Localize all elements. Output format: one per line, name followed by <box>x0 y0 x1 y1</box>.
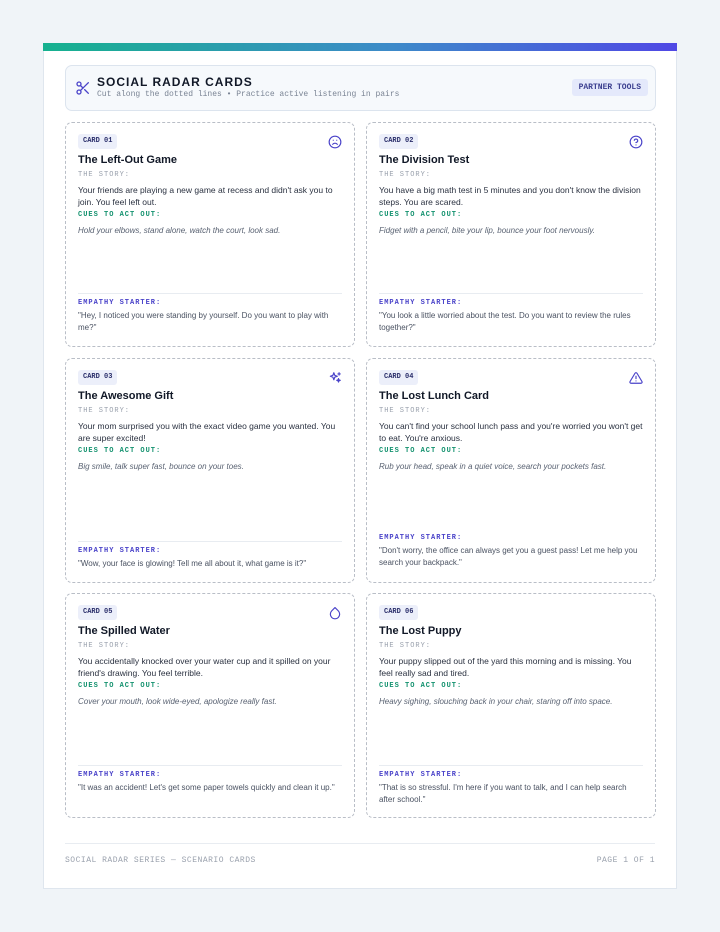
empathy-label: EMPATHY STARTER: <box>379 534 463 542</box>
worksheet-page: SOCIAL RADAR CARDS Cut along the dotted … <box>43 43 677 889</box>
story-label: THE STORY: <box>379 407 432 415</box>
scenario-card-01: CARD 01 The Left-Out Game THE STORY: You… <box>65 122 355 347</box>
scenario-card-02: CARD 02 The Division Test THE STORY: You… <box>366 122 656 347</box>
card-number: CARD 05 <box>78 605 118 620</box>
empathy-label: EMPATHY STARTER: <box>379 771 463 779</box>
cues-label: CUES TO ACT OUT: <box>379 211 463 219</box>
page-title: SOCIAL RADAR CARDS <box>97 75 253 89</box>
gradient-top-bar <box>43 43 677 51</box>
cues-label: CUES TO ACT OUT: <box>78 211 162 219</box>
empathy-starter: "You look a little worried about the tes… <box>379 311 631 332</box>
empathy-label: EMPATHY STARTER: <box>78 771 162 779</box>
card-number: CARD 01 <box>78 134 118 149</box>
footer-series-label: SOCIAL RADAR SERIES — SCENARIO CARDS <box>65 856 256 865</box>
empathy-section: EMPATHY STARTER: "That is so stressful. … <box>379 765 643 806</box>
card-cues: Rub your head, speak in a quiet voice, s… <box>379 462 607 471</box>
partner-tools-badge: PARTNER TOOLS <box>571 79 648 96</box>
cues-label: CUES TO ACT OUT: <box>78 447 162 455</box>
story-label: THE STORY: <box>78 171 131 179</box>
card-number: CARD 02 <box>379 134 419 149</box>
card-title: The Lost Puppy <box>379 625 462 637</box>
empathy-starter: "Don't worry, the office can always get … <box>379 546 638 567</box>
card-cues: Heavy sighing, slouching back in your ch… <box>379 697 613 706</box>
empathy-section: EMPATHY STARTER: "Don't worry, the offic… <box>379 529 643 569</box>
card-story: You accidentally knocked over your water… <box>78 656 331 678</box>
scenario-card-06: CARD 06 The Lost Puppy THE STORY: Your p… <box>366 593 656 818</box>
sparkles-icon <box>329 372 341 383</box>
card-title: The Left-Out Game <box>78 154 178 166</box>
empathy-section: EMPATHY STARTER: "Hey, I noticed you wer… <box>78 293 342 334</box>
empathy-label: EMPATHY STARTER: <box>379 299 463 307</box>
card-story: Your puppy slipped out of the yard this … <box>379 656 632 678</box>
empathy-section: EMPATHY STARTER: "It was an accident! Le… <box>78 765 342 794</box>
card-cues: Cover your mouth, look wide-eyed, apolog… <box>78 697 277 706</box>
water-drop-icon <box>329 606 341 620</box>
card-number: CARD 06 <box>379 605 419 620</box>
scissors-icon <box>76 81 89 95</box>
card-number: CARD 04 <box>379 370 419 385</box>
empathy-starter: "Hey, I noticed you were standing by you… <box>78 311 329 332</box>
footer-page-number: PAGE 1 OF 1 <box>596 856 655 865</box>
card-title: The Spilled Water <box>78 625 170 637</box>
card-story: Your friends are playing a new game at r… <box>78 185 333 207</box>
story-label: THE STORY: <box>379 642 432 650</box>
warning-triangle-icon <box>629 372 643 384</box>
card-number: CARD 03 <box>78 370 118 385</box>
empathy-label: EMPATHY STARTER: <box>78 299 162 307</box>
empathy-label: EMPATHY STARTER: <box>78 547 162 555</box>
cues-label: CUES TO ACT OUT: <box>379 447 463 455</box>
empathy-starter: "That is so stressful. I'm here if you w… <box>379 783 627 804</box>
card-cues: Hold your elbows, stand alone, watch the… <box>78 226 281 235</box>
card-cues: Fidget with a pencil, bite your lip, bou… <box>379 226 595 235</box>
cues-label: CUES TO ACT OUT: <box>379 682 463 690</box>
sad-face-icon <box>328 135 342 149</box>
cues-label: CUES TO ACT OUT: <box>78 682 162 690</box>
empathy-section: EMPATHY STARTER: "Wow, your face is glow… <box>78 541 342 570</box>
story-label: THE STORY: <box>379 171 432 179</box>
scenario-card-04: CARD 04 The Lost Lunch Card THE STORY: Y… <box>366 358 656 583</box>
empathy-starter: "Wow, your face is glowing! Tell me all … <box>78 559 307 568</box>
question-circle-icon <box>629 135 643 149</box>
card-cues: Big smile, talk super fast, bounce on yo… <box>78 462 244 471</box>
card-title: The Division Test <box>379 154 470 166</box>
scenario-card-05: CARD 05 The Spilled Water THE STORY: You… <box>65 593 355 818</box>
card-title: The Lost Lunch Card <box>379 390 489 402</box>
page-header: SOCIAL RADAR CARDS Cut along the dotted … <box>65 65 656 111</box>
card-title: The Awesome Gift <box>78 390 174 402</box>
empathy-section: EMPATHY STARTER: "You look a little worr… <box>379 293 643 334</box>
empathy-starter: "It was an accident! Let's get some pape… <box>78 783 335 792</box>
story-label: THE STORY: <box>78 642 131 650</box>
footer-divider <box>65 843 655 844</box>
card-story: You have a big math test in 5 minutes an… <box>379 185 641 207</box>
page-subtitle: Cut along the dotted lines • Practice ac… <box>97 90 400 99</box>
scenario-card-03: CARD 03 The Awesome Gift THE STORY: Your… <box>65 358 355 583</box>
card-story: Your mom surprised you with the exact vi… <box>78 421 336 443</box>
story-label: THE STORY: <box>78 407 131 415</box>
card-story: You can't find your school lunch pass an… <box>379 421 643 443</box>
